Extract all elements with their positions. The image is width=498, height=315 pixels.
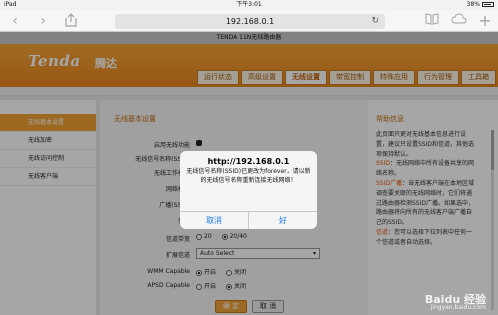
status-bar: iPad 下午3:01 38% bbox=[0, 0, 498, 10]
reload-icon[interactable]: ↻ bbox=[371, 14, 379, 29]
address-bar[interactable]: 192.168.0.1 ↻ bbox=[115, 14, 385, 29]
dialog-buttons: 取消 好 bbox=[180, 211, 317, 229]
new-tab-icon[interactable]: + bbox=[476, 13, 494, 29]
clock: 下午3:01 bbox=[236, 1, 262, 8]
battery-indicator: 38% bbox=[467, 0, 494, 10]
dialog-ok-button[interactable]: 好 bbox=[248, 212, 317, 229]
browser-toolbar: ‹ › 192.168.0.1 ↻ + bbox=[0, 10, 498, 32]
battery-percent: 38% bbox=[466, 1, 480, 8]
share-icon[interactable] bbox=[62, 13, 80, 29]
bookmarks-icon[interactable] bbox=[423, 13, 441, 29]
back-icon[interactable]: ‹ bbox=[6, 13, 24, 29]
watermark-url: jingyan.baidu.com bbox=[430, 304, 486, 311]
forward-icon[interactable]: › bbox=[34, 13, 52, 29]
baidu-watermark: Baidu 经验 jingyan.baidu.com bbox=[380, 291, 490, 311]
dialog-message: 无线信号名称(SSID)已更改为forever，请以新的无线信号名称重新连接无线… bbox=[186, 168, 311, 184]
battery-icon bbox=[482, 2, 494, 7]
dialog-title: http://192.168.0.1 bbox=[207, 157, 290, 166]
alert-dialog: http://192.168.0.1 无线信号名称(SSID)已更改为forev… bbox=[180, 151, 317, 229]
url-text: 192.168.0.1 bbox=[225, 17, 275, 26]
cloud-tabs-icon[interactable] bbox=[450, 13, 468, 29]
dialog-cancel-button[interactable]: 取消 bbox=[180, 212, 248, 229]
